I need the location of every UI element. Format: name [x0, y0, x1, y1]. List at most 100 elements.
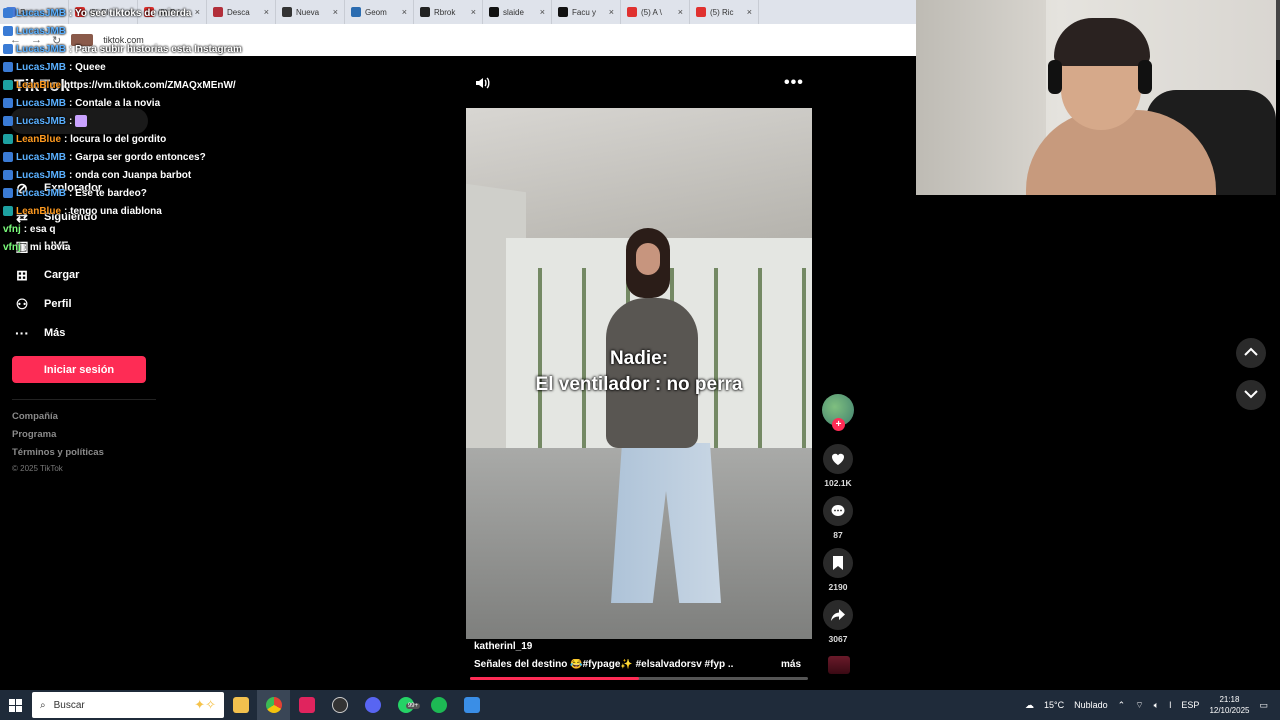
tab-close-icon[interactable]: × — [333, 7, 338, 17]
browser-tab[interactable]: Rbrok × — [414, 0, 483, 24]
emote-icon — [75, 115, 88, 127]
platform-badge-icon — [3, 8, 13, 18]
tiktok-taskbar-button[interactable] — [290, 690, 323, 720]
login-button[interactable]: Iniciar sesión — [12, 356, 146, 383]
discord-taskbar-button[interactable] — [356, 690, 389, 720]
next-video-button[interactable] — [1236, 380, 1266, 410]
weather-desc[interactable]: Nublado — [1074, 700, 1108, 710]
follow-plus-icon[interactable]: + — [832, 418, 845, 431]
platform-badge-icon — [3, 206, 13, 216]
save-button[interactable]: 2190 — [822, 548, 854, 592]
chat-message: LeanBlue https://vm.tiktok.com/ZMAQxMEnW/ — [3, 76, 236, 94]
caption-more-link[interactable]: más — [781, 659, 801, 670]
platform-badge-icon — [3, 26, 13, 36]
microphone-icon[interactable]: ǀ — [1169, 700, 1171, 710]
chevron-up-icon[interactable]: ⌃ — [1118, 700, 1126, 711]
previous-video-button[interactable] — [1236, 338, 1266, 368]
file-explorer-taskbar-button[interactable] — [224, 690, 257, 720]
video-author[interactable]: katherinl_19 — [474, 641, 532, 652]
headset-icon — [1048, 60, 1062, 94]
spotify-icon — [430, 697, 447, 713]
browser-tab[interactable]: (5) Ric × — [690, 0, 759, 24]
tab-close-icon[interactable]: × — [678, 7, 683, 17]
music-disc-icon[interactable] — [828, 656, 850, 674]
sidebar-item-perfil[interactable]: ⚇ Perfil — [14, 296, 72, 312]
sidebar-item-cargar[interactable]: ⊞ Cargar — [14, 267, 79, 283]
chevron-up-icon — [1244, 344, 1258, 362]
footer-link-terminos[interactable]: Términos y políticas — [12, 447, 104, 458]
save-count: 2190 — [828, 582, 848, 592]
browser-tab[interactable]: (5) A \ × — [621, 0, 690, 24]
system-tray: ☁ 15°C Nublado ⌃ ⌔ 🔈︎ ǀ ESP 21:18 12/10/2… — [1025, 690, 1280, 720]
video-caption: Señales del destino 😂#fypage✨ #elsalvado… — [474, 659, 734, 670]
divider — [12, 399, 156, 400]
search-highlight-icon: ✦✧ — [194, 697, 216, 712]
clock-date: 12/10/2025 — [1209, 706, 1250, 715]
tab-close-icon[interactable]: × — [540, 7, 545, 17]
browser-tab[interactable]: slaide × — [483, 0, 552, 24]
headset-icon — [1138, 60, 1152, 94]
obs-icon — [331, 697, 348, 713]
platform-badge-icon — [3, 188, 13, 198]
app-taskbar-button[interactable] — [455, 690, 488, 720]
comment-button[interactable]: 87 — [822, 496, 854, 540]
notification-badge: 99+ — [405, 703, 420, 709]
language-indicator[interactable]: ESP — [1181, 700, 1199, 710]
tab-favicon-icon — [213, 7, 223, 17]
browser-tab[interactable]: Nueva × — [276, 0, 345, 24]
youtube-favicon-icon — [627, 7, 637, 17]
tiktok-icon — [298, 697, 315, 713]
tab-close-icon[interactable]: × — [402, 7, 407, 17]
platform-badge-icon — [3, 116, 13, 126]
weather-temp[interactable]: 15°C — [1044, 700, 1064, 710]
tab-close-icon[interactable]: × — [264, 7, 269, 17]
taskbar: ⌕ Buscar ✦✧ 99+ ☁ 15°C Nublado ⌃ ⌔ 🔈︎ ǀ … — [0, 690, 1280, 720]
chat-message: vfnj: esa q — [3, 223, 56, 235]
platform-badge-icon — [3, 170, 13, 180]
chat-message: LucasJMB: Garpa ser gordo entonces? — [3, 148, 206, 166]
more-options-icon[interactable]: ••• — [784, 74, 804, 92]
footer-link-programa[interactable]: Programa — [12, 429, 56, 440]
whatsapp-taskbar-button[interactable]: 99+ — [389, 690, 422, 720]
notification-icon[interactable]: ▭ — [1259, 700, 1268, 711]
video-overlay-text: Nadie: — [609, 348, 669, 369]
tab-close-icon[interactable]: × — [609, 7, 614, 17]
youtube-favicon-icon — [696, 7, 706, 17]
comment-icon — [823, 496, 853, 526]
volume-icon[interactable] — [474, 74, 492, 92]
spotify-taskbar-button[interactable] — [422, 690, 455, 720]
network-icon[interactable]: ⌔ — [1135, 700, 1143, 711]
tab-close-icon[interactable]: × — [195, 7, 200, 17]
video-progress-bar[interactable] — [470, 677, 808, 680]
chat-message: LeanBlue: locura lo del gordito — [3, 130, 166, 148]
taskbar-search-input[interactable]: ⌕ Buscar ✦✧ — [32, 692, 224, 718]
tab-close-icon[interactable]: × — [471, 7, 476, 17]
obs-taskbar-button[interactable] — [323, 690, 356, 720]
video-player[interactable]: Nadie: El ventilador : no perra — [466, 108, 812, 639]
platform-badge-icon — [3, 134, 13, 144]
platform-badge-icon — [3, 98, 13, 108]
windows-start-icon[interactable] — [0, 690, 30, 720]
footer-link-compania[interactable]: Compañía — [12, 411, 58, 422]
tab-close-icon[interactable]: × — [747, 7, 752, 17]
upload-icon: ⊞ — [16, 266, 28, 283]
clock[interactable]: 21:18 12/10/2025 — [1209, 694, 1249, 716]
chat-message: vfnj: mi novia — [3, 241, 71, 253]
window-icon — [463, 697, 480, 713]
heart-icon — [823, 444, 853, 474]
browser-tab[interactable]: Desca × — [207, 0, 276, 24]
more-icon: ··· — [15, 325, 29, 341]
browser-tab[interactable]: Geom × — [345, 0, 414, 24]
speaker-icon[interactable]: 🔈︎ — [1154, 700, 1159, 711]
chrome-taskbar-button[interactable] — [257, 690, 290, 720]
sidebar-item-mas[interactable]: ··· Más — [14, 325, 65, 341]
copyright-text: © 2025 TikTok — [12, 464, 63, 473]
share-button[interactable]: 3067 — [822, 600, 854, 644]
chevron-down-icon — [1244, 386, 1258, 404]
folder-icon — [232, 697, 249, 713]
browser-tab[interactable]: Facu y × — [552, 0, 621, 24]
page-scrollbar[interactable] — [1276, 0, 1280, 60]
tiktok-favicon-icon — [489, 7, 499, 17]
like-button[interactable]: 102.1K — [822, 444, 854, 488]
globe-favicon-icon — [282, 7, 292, 17]
